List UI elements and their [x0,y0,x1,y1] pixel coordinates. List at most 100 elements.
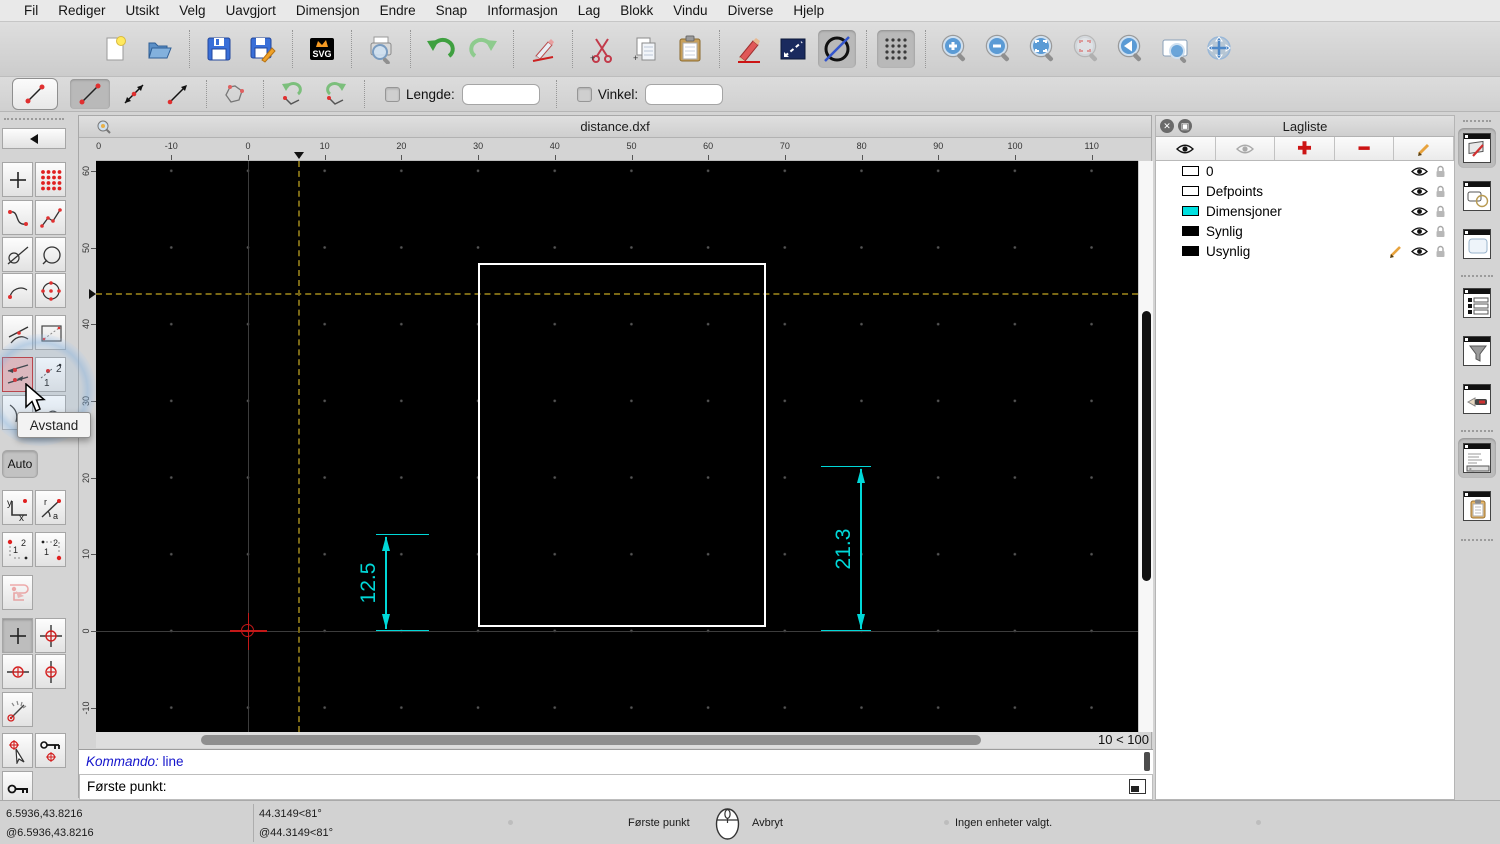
undo-button[interactable] [421,30,459,68]
zoom-back-button[interactable] [1112,30,1150,68]
polyline-points-button[interactable] [35,200,66,235]
layer-visible-icon[interactable] [1411,226,1428,237]
zoom-out-button[interactable] [980,30,1018,68]
redo-segment-button[interactable] [316,79,356,109]
lock-relative-zero-button[interactable] [35,733,66,768]
menu-utsikt[interactable]: Utsikt [116,3,170,18]
horizontal-scrollbar[interactable] [96,732,1138,748]
menu-velg[interactable]: Velg [169,3,215,18]
distance-point-two-button[interactable]: 12 [35,532,66,567]
snap-endpoint-button[interactable] [2,654,33,689]
layer-lock-icon[interactable] [1435,165,1446,178]
command-history-scrollbar[interactable] [1144,752,1150,771]
layer-visible-icon[interactable] [1411,166,1428,177]
zoom-in-button[interactable] [936,30,974,68]
save-as-button[interactable] [244,30,282,68]
add-layer-button[interactable]: ✚ [1275,137,1335,160]
copy-button[interactable]: + [627,30,665,68]
snap-angle-button[interactable] [2,692,33,727]
command-line-dock-button[interactable]: >_ [1458,438,1496,478]
polyline-button[interactable] [215,79,255,109]
layer-row-defpoints[interactable]: Defpoints [1156,181,1454,201]
new-document-button[interactable] [97,30,135,68]
zoom-auto-button[interactable] [1024,30,1062,68]
menu-blokk[interactable]: Blokk [610,3,663,18]
length-checkbox[interactable] [385,86,400,102]
snap-free-button[interactable] [2,618,33,653]
menu-fil[interactable]: Fil [14,3,48,18]
strip-drag-handle[interactable] [1463,120,1491,122]
library-browser-dock-button[interactable] [1458,224,1496,264]
snap-middle-button[interactable] [35,654,66,689]
line-angle-button[interactable] [114,79,154,109]
menu-hjelp[interactable]: Hjelp [783,3,834,18]
layer-visible-icon[interactable] [1411,186,1428,197]
angle-input[interactable] [645,83,724,105]
zoom-pan-button[interactable] [1200,30,1238,68]
vertical-scrollbar-thumb[interactable] [1142,311,1151,581]
delete-button[interactable] [524,30,562,68]
keyboard-icon[interactable] [1129,779,1146,794]
save-button[interactable] [200,30,238,68]
sidebar-drag-handle[interactable] [4,118,64,121]
zoom-previous-button[interactable] [1068,30,1106,68]
menu-snap[interactable]: Snap [426,3,478,18]
svg-export-button[interactable]: SVG [303,30,341,68]
line-attributes-button[interactable] [774,30,812,68]
open-file-button[interactable] [141,30,179,68]
drawing-canvas[interactable]: 12.5 21.3 [96,161,1138,732]
current-tool-line-button[interactable] [12,78,58,110]
layer-lock-icon[interactable] [1435,205,1446,218]
paste-button[interactable] [671,30,709,68]
show-all-layers-button[interactable] [1156,137,1216,160]
vertical-scrollbar[interactable] [1138,161,1153,732]
menu-diverse[interactable]: Diverse [718,3,784,18]
clipboard-dock-button[interactable] [1458,486,1496,526]
back-button[interactable] [2,128,66,149]
draw-pen-button[interactable] [730,30,768,68]
angle-checkbox[interactable] [576,86,592,102]
command-options-dock-button[interactable] [1458,379,1496,419]
length-input[interactable] [461,83,540,105]
horizontal-scrollbar-thumb[interactable] [201,735,981,745]
menu-uavgjort[interactable]: Uavgjort [216,3,286,18]
circle-tool-button[interactable] [35,237,66,272]
layer-panel-titlebar[interactable]: ✕ ▣ Lagliste [1156,116,1454,137]
drawing-window-titlebar[interactable]: distance.dxf [79,116,1151,138]
layer-visible-icon[interactable] [1411,206,1428,217]
layer-lock-icon[interactable] [1435,245,1446,258]
point-tool-button[interactable] [2,162,33,197]
layer-row-synlig[interactable]: Synlig [1156,221,1454,241]
toggle-grid-button[interactable] [877,30,915,68]
arc-tool-button[interactable] [2,273,33,308]
hide-all-layers-button[interactable] [1215,137,1276,160]
distance-point-one-button[interactable]: 12 [2,532,33,567]
points-grid-button[interactable] [35,162,66,197]
cut-button[interactable]: + [583,30,621,68]
layer-row-dimensjoner[interactable]: Dimensjoner [1156,201,1454,221]
command-input[interactable]: Første punkt: [79,774,1153,800]
menu-rediger[interactable]: Rediger [48,3,115,18]
layer-row-0[interactable]: 0 [1156,161,1454,181]
snap-selected-button[interactable] [2,733,33,768]
menu-endre[interactable]: Endre [370,3,426,18]
block-list-dock-button[interactable] [1458,176,1496,216]
rectangle-entity[interactable] [478,263,766,627]
menu-informasjon[interactable]: Informasjon [477,3,568,18]
undo-segment-button[interactable] [272,79,312,109]
tangent-tool-button[interactable] [2,237,33,272]
snap-grid-button[interactable] [35,618,66,653]
snap-entity-button[interactable] [2,575,33,610]
line-two-points-button[interactable] [70,79,110,109]
entity-list-dock-button[interactable] [1458,283,1496,323]
print-preview-button[interactable] [362,30,400,68]
layer-visible-icon[interactable] [1411,246,1428,257]
layer-lock-icon[interactable] [1435,225,1446,238]
layer-list-dock-button[interactable] [1458,128,1496,168]
selection-filter-dock-button[interactable] [1458,331,1496,371]
layer-row-usynlig[interactable]: Usynlig [1156,241,1454,261]
coordinate-polar-button[interactable]: ra [35,490,66,525]
menu-dimensjon[interactable]: Dimensjon [286,3,370,18]
spline-tool-button[interactable] [2,200,33,235]
edit-layer-button[interactable] [1394,137,1454,160]
